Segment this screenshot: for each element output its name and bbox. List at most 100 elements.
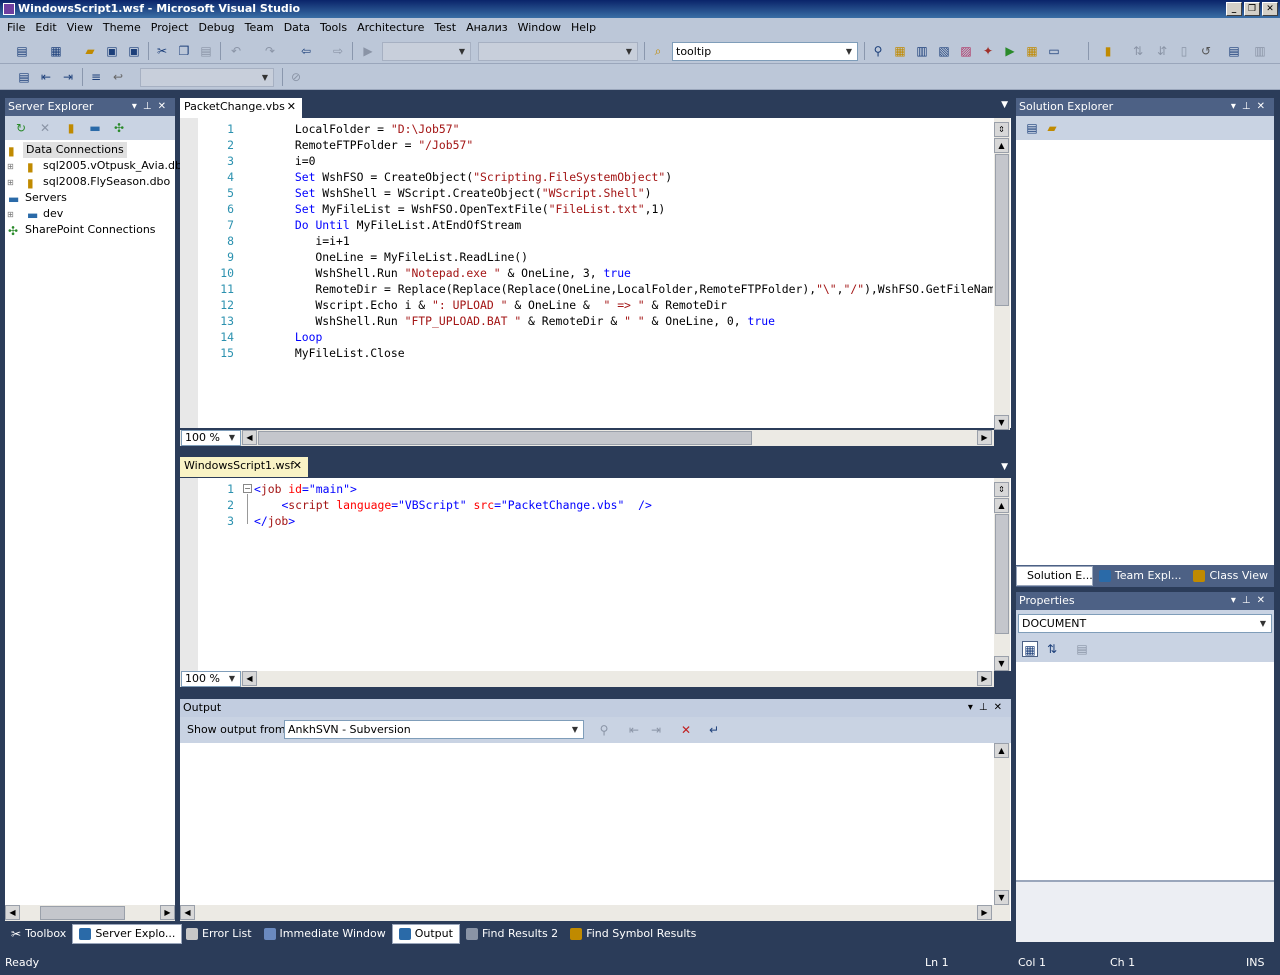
class-view-icon[interactable]: ▦ [1024, 43, 1040, 59]
connect-sharepoint-icon[interactable]: ✣ [111, 120, 127, 136]
increase-indent-icon[interactable]: ⇥ [60, 69, 76, 85]
output-source-combo[interactable]: AnkhSVN - Subversion ▼ [284, 720, 584, 739]
comment-lines-icon[interactable]: ≡ [88, 69, 104, 85]
show-all-files-icon[interactable]: ▰ [1044, 120, 1060, 136]
find-message-icon[interactable]: ⚲ [596, 722, 612, 738]
panel-pin-close-icon[interactable]: ▾⊥✕ [968, 699, 1008, 717]
redo-icon[interactable]: ↷ [262, 43, 278, 59]
svn-update-icon[interactable]: ⇅ [1130, 43, 1146, 59]
tab-dropdown-icon[interactable]: ▼ [1001, 100, 1008, 110]
editor2-vscroll[interactable]: ⇕ ▲ ▼ [994, 478, 1010, 671]
tab-find-results-2[interactable]: Find Results 2 [460, 924, 564, 944]
menu-analyze[interactable]: Анализ [461, 18, 513, 38]
cut-icon[interactable]: ✂ [154, 43, 170, 59]
tab-solution-explorer[interactable]: Solution E... [1016, 566, 1093, 586]
server-explorer-hscroll[interactable]: ◀ ▶ [5, 905, 175, 921]
tab-toolbox[interactable]: ✂ Toolbox [5, 924, 72, 944]
svn-lock-icon[interactable]: ▯ [1176, 43, 1192, 59]
scroll-thumb[interactable] [40, 906, 125, 920]
scroll-thumb[interactable] [995, 154, 1009, 306]
scroll-right-icon[interactable]: ▶ [160, 905, 175, 920]
tree-item-sql2008[interactable]: sql2008.FlySeason.dbo [43, 174, 170, 190]
start-page-icon[interactable]: ▨ [958, 43, 974, 59]
next-message-icon[interactable]: ⇥ [648, 722, 664, 738]
scroll-left-icon[interactable]: ◀ [242, 671, 257, 686]
tab-windowsscript1[interactable]: WindowsScript1.wsf ✕ [180, 457, 308, 477]
menu-project[interactable]: Project [146, 18, 194, 38]
svn-log-icon[interactable]: ▤ [1226, 43, 1242, 59]
decrease-indent-icon[interactable]: ⇤ [38, 69, 54, 85]
tree-item-servers[interactable]: Servers [25, 190, 67, 206]
tree-item-data-connections[interactable]: Data Connections [23, 142, 127, 158]
scroll-right-icon[interactable]: ▶ [977, 905, 992, 920]
attach-process-icon[interactable]: ⊘ [288, 69, 304, 85]
editor2-zoom[interactable]: 100 % ▼ [181, 671, 241, 687]
stop-refresh-icon[interactable]: ✕ [37, 120, 53, 136]
expand-icon[interactable]: ⊞ [7, 159, 14, 175]
scroll-up-icon[interactable]: ▲ [994, 743, 1009, 758]
start-debugging-icon[interactable]: ▶ [360, 43, 376, 59]
solution-tree[interactable] [1016, 140, 1274, 565]
navigate-backward-icon[interactable]: ⇦ [298, 43, 314, 59]
properties-window-icon[interactable]: ▦ [892, 43, 908, 59]
save-icon[interactable]: ▣ [104, 43, 120, 59]
clear-all-icon[interactable]: ✕ [678, 722, 694, 738]
paste-icon[interactable]: ▤ [198, 43, 214, 59]
add-item-icon[interactable]: ▦ [48, 43, 64, 59]
tab-team-explorer[interactable]: Team Expl... [1093, 566, 1188, 586]
open-file-icon[interactable]: ▰ [82, 43, 98, 59]
menu-test[interactable]: Test [429, 18, 461, 38]
panel-pin-close-icon[interactable]: ▾⊥✕ [1231, 98, 1271, 116]
categorized-icon[interactable]: ▦ [1022, 641, 1038, 657]
editor1-zoom[interactable]: 100 % ▼ [181, 430, 241, 446]
scroll-left-icon[interactable]: ◀ [242, 430, 257, 445]
tab-find-symbol-results[interactable]: Find Symbol Results [564, 924, 702, 944]
undo-icon[interactable]: ↶ [228, 43, 244, 59]
platform-combo[interactable]: ▼ [478, 42, 638, 61]
split-icon[interactable]: ⇕ [994, 122, 1009, 137]
menu-view[interactable]: View [62, 18, 98, 38]
panel-pin-close-icon[interactable]: ▾⊥✕ [1231, 592, 1271, 610]
object-browser-icon[interactable]: ▥ [914, 43, 930, 59]
tab-dropdown-icon[interactable]: ▼ [1001, 462, 1008, 472]
scroll-right-icon[interactable]: ▶ [977, 430, 992, 445]
new-project-icon[interactable]: ▤ [14, 43, 30, 59]
collapse-icon[interactable]: − [243, 484, 252, 493]
output-hscroll[interactable]: ◀ ▶ [180, 905, 994, 921]
scroll-left-icon[interactable]: ◀ [180, 905, 195, 920]
copy-icon[interactable]: ❐ [176, 43, 192, 59]
close-tab-icon[interactable]: ✕ [293, 457, 302, 475]
find-combo[interactable]: tooltip ▼ [672, 42, 858, 61]
configuration-combo[interactable]: ▼ [382, 42, 471, 61]
svn-commit-icon[interactable]: ⇵ [1154, 43, 1170, 59]
save-all-icon[interactable]: ▣ [126, 43, 142, 59]
tab-server-explorer[interactable]: Server Explo... [72, 924, 183, 944]
menu-window[interactable]: Window [513, 18, 566, 38]
output-vscroll[interactable]: ▲ ▼ [994, 743, 1010, 921]
tab-error-list[interactable]: Error List [180, 924, 258, 944]
editor2-code[interactable]: <job id="main"> <script language="VBScri… [254, 481, 994, 661]
editor1-vscroll[interactable]: ⇕ ▲ ▼ [994, 118, 1010, 430]
expand-icon[interactable]: ⊞ [7, 175, 14, 191]
tab-packetchange[interactable]: PacketChange.vbs ✕ [180, 98, 302, 118]
toolbox-icon[interactable]: ▧ [936, 43, 952, 59]
expand-icon[interactable]: ⊞ [7, 207, 14, 223]
alphabetical-icon[interactable]: ⇅ [1044, 641, 1060, 657]
menu-edit[interactable]: Edit [30, 18, 61, 38]
menu-theme[interactable]: Theme [98, 18, 146, 38]
tab-class-view[interactable]: Class View [1187, 566, 1274, 586]
connect-database-icon[interactable]: ▮ [63, 120, 79, 136]
menu-tools[interactable]: Tools [315, 18, 352, 38]
toggle-word-wrap-icon[interactable]: ↵ [706, 722, 722, 738]
menu-architecture[interactable]: Architecture [352, 18, 429, 38]
scroll-up-icon[interactable]: ▲ [994, 138, 1009, 153]
minimize-button[interactable]: _ [1226, 2, 1242, 16]
properties-icon[interactable]: ▤ [1024, 120, 1040, 136]
editor1-code[interactable]: LocalFolder = "D:\Job57" RemoteFTPFolder… [240, 121, 993, 421]
scroll-up-icon[interactable]: ▲ [994, 498, 1009, 513]
scroll-thumb[interactable] [995, 514, 1009, 634]
command-window-icon[interactable]: ▭ [1046, 43, 1062, 59]
server-explorer-icon[interactable]: ▶ [1002, 43, 1018, 59]
uncomment-lines-icon[interactable]: ↩ [110, 69, 126, 85]
extension-manager-icon[interactable]: ✦ [980, 43, 996, 59]
